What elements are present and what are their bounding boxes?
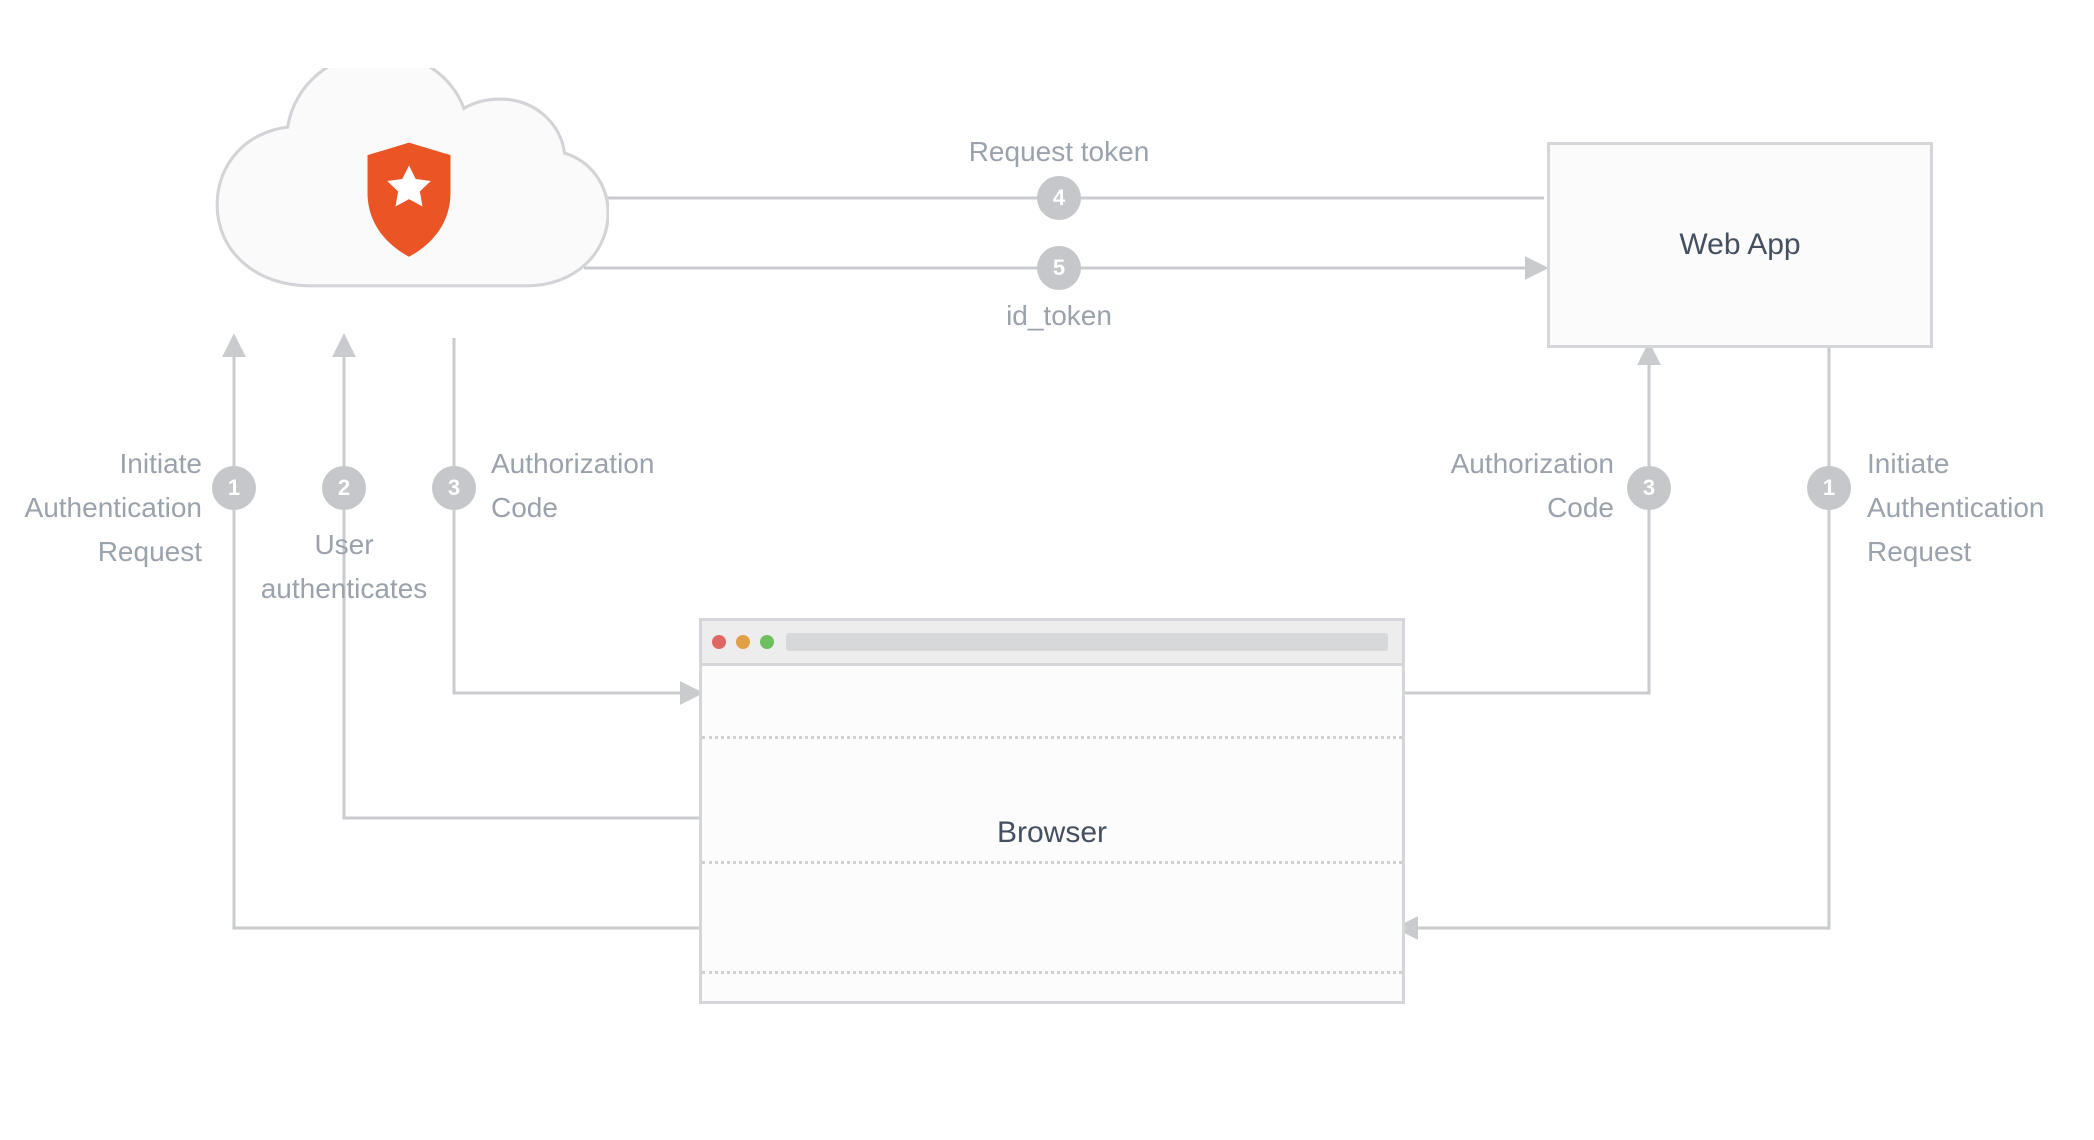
- browser-titlebar: [702, 621, 1402, 666]
- label-top-5: id_token: [909, 294, 1209, 338]
- browser-node: Browser: [699, 618, 1405, 1004]
- label-top-4: Request token: [909, 130, 1209, 174]
- browser-label: Browser: [702, 816, 1402, 850]
- web-app-label: Web App: [1679, 228, 1800, 262]
- traffic-light-max-icon: [760, 635, 774, 649]
- label-left-2: User authenticates: [239, 523, 449, 611]
- address-bar-icon: [786, 633, 1388, 651]
- traffic-light-min-icon: [736, 635, 750, 649]
- badge-right-3: 3: [1627, 466, 1671, 510]
- label-right-3: Authorization Code: [1414, 442, 1614, 530]
- badge-left-1: 1: [212, 466, 256, 510]
- badge-right-1: 1: [1807, 466, 1851, 510]
- label-left-3: Authorization Code: [491, 442, 711, 530]
- badge-top-4: 4: [1037, 176, 1081, 220]
- label-left-1: Initiate Authentication Request: [7, 442, 202, 574]
- auth0-cloud: [209, 68, 609, 353]
- traffic-light-close-icon: [712, 635, 726, 649]
- browser-lane-2: [702, 861, 1402, 864]
- badge-top-5: 5: [1037, 246, 1081, 290]
- web-app-node: Web App: [1547, 142, 1933, 348]
- auth-flow-diagram: Web App Browser 1 2 3 Initiate Authentic…: [139, 78, 1959, 1038]
- label-right-1: Initiate Authentication Request: [1867, 442, 2077, 574]
- browser-lane-3: [702, 971, 1402, 974]
- badge-left-3: 3: [432, 466, 476, 510]
- badge-left-2: 2: [322, 466, 366, 510]
- browser-lane-1: [702, 736, 1402, 739]
